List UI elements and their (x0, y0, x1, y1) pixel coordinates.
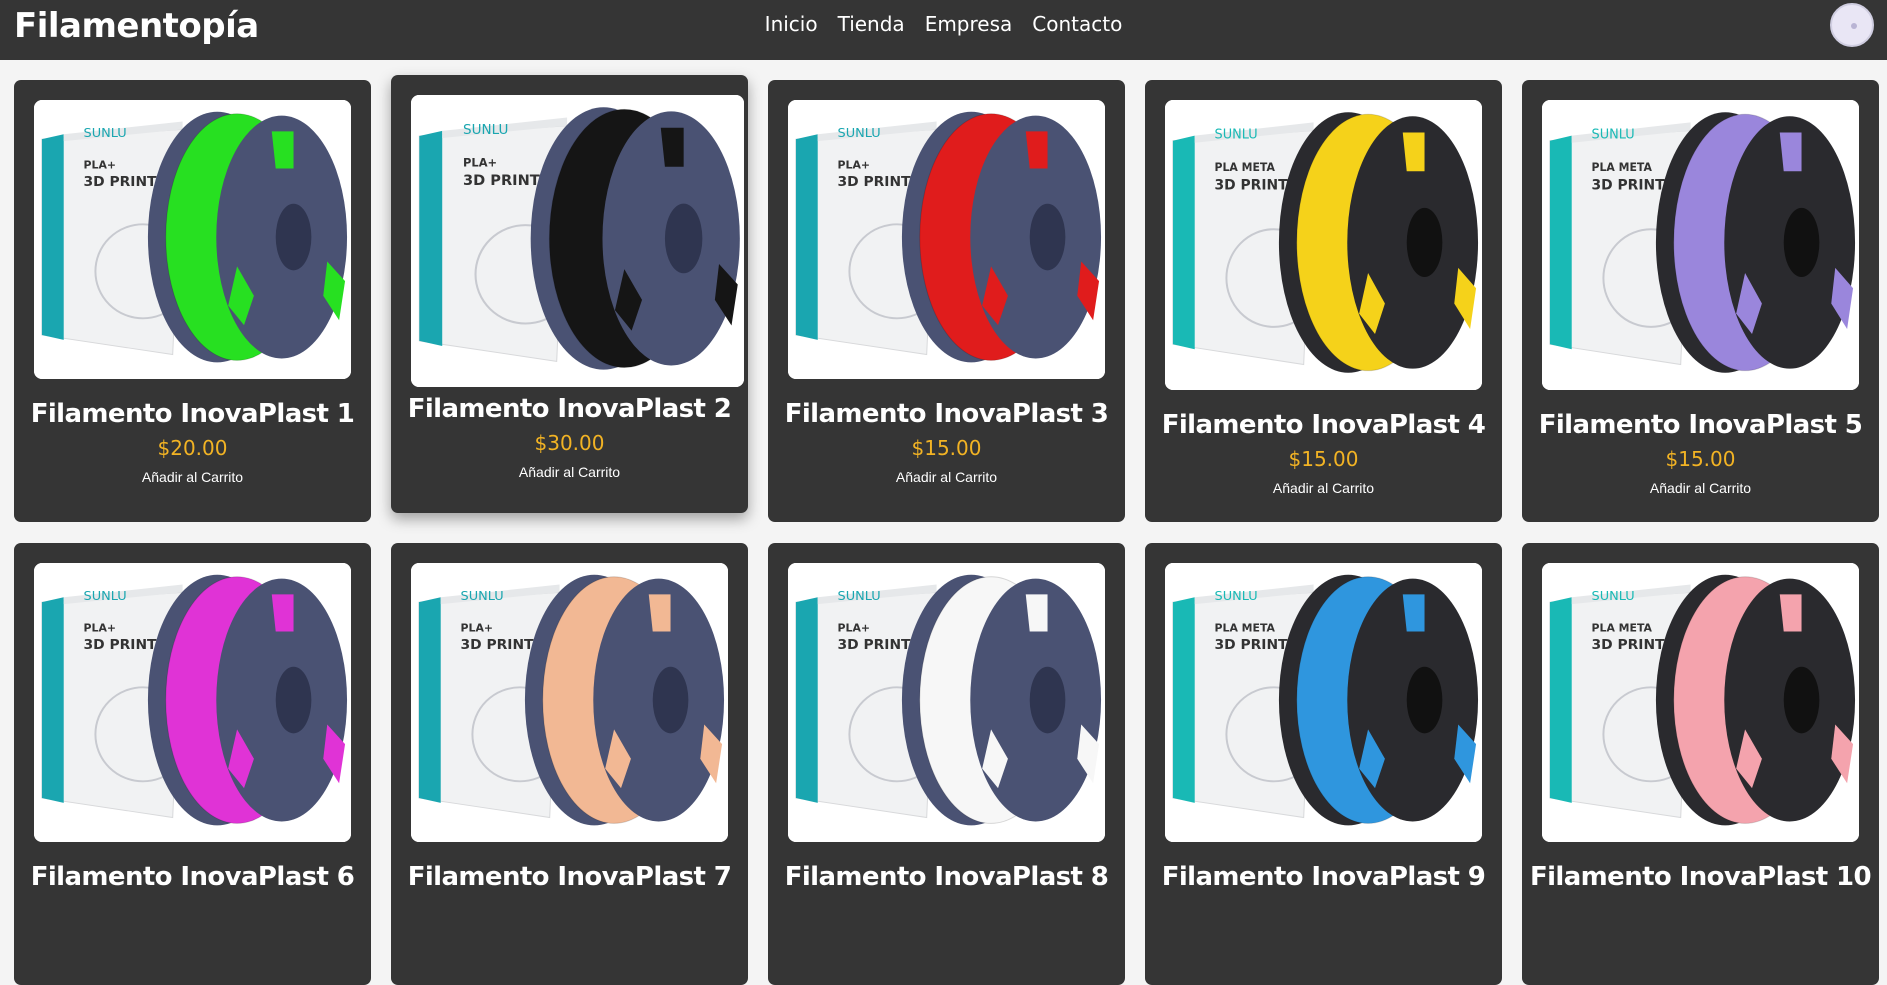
svg-text:PLA+: PLA+ (461, 622, 493, 635)
product-title[interactable]: Filamento InovaPlast 9 (1145, 862, 1502, 892)
product-card[interactable]: SUNLU PLA META 3D PRINTING Filamento Ino… (1522, 80, 1879, 522)
svg-text:PLA META: PLA META (1592, 622, 1653, 635)
product-card[interactable]: SUNLU PLA META 3D PRINTING Filamento Ino… (1522, 543, 1879, 985)
add-to-cart-button[interactable]: Añadir al Carrito (1145, 479, 1502, 497)
product-card[interactable]: SUNLU PLA+ 3D PRINTING Filamento InovaPl… (768, 80, 1125, 522)
svg-text:PLA+: PLA+ (838, 159, 870, 172)
product-title[interactable]: Filamento InovaPlast 7 (391, 862, 748, 892)
add-to-cart-button[interactable]: Añadir al Carrito (768, 468, 1125, 486)
add-to-cart-button[interactable] (768, 931, 1125, 933)
product-title[interactable]: Filamento InovaPlast 1 (14, 399, 371, 429)
product-price: $30.00 (534, 431, 605, 455)
product-title[interactable]: Filamento InovaPlast 10 (1522, 862, 1879, 892)
add-to-cart-button[interactable]: Añadir al Carrito (1522, 479, 1879, 497)
product-card[interactable]: SUNLU PLA+ 3D PRINTING Filamento InovaPl… (768, 543, 1125, 985)
product-title[interactable]: Filamento InovaPlast 3 (768, 399, 1125, 429)
product-price: $15.00 (911, 436, 982, 460)
add-to-cart-button[interactable] (391, 931, 748, 933)
product-card[interactable]: SUNLU PLA+ 3D PRINTING Filamento InovaPl… (14, 80, 371, 522)
box-brand-text: SUNLU (463, 123, 508, 138)
product-image[interactable]: SUNLU PLA+ 3D PRINTING (788, 563, 1105, 842)
product-image[interactable]: SUNLU PLA+ 3D PRINTING (411, 563, 728, 842)
box-brand-text: SUNLU (1592, 589, 1635, 604)
product-price: $15.00 (1665, 447, 1736, 471)
product-image[interactable]: SUNLU PLA META 3D PRINTING (1542, 563, 1859, 842)
product-price: $15.00 (1288, 447, 1359, 471)
box-brand-text: SUNLU (84, 126, 127, 141)
box-brand-text: SUNLU (1215, 589, 1258, 604)
box-brand-text: SUNLU (1592, 128, 1635, 143)
box-brand-text: SUNLU (461, 589, 504, 604)
add-to-cart-button[interactable]: Añadir al Carrito (391, 463, 748, 481)
product-grid: SUNLU PLA+ 3D PRINTING Filamento InovaPl… (0, 0, 1887, 985)
product-card[interactable]: SUNLU PLA META 3D PRINTING Filamento Ino… (1145, 80, 1502, 522)
product-title[interactable]: Filamento InovaPlast 5 (1522, 410, 1879, 440)
add-to-cart-button[interactable] (1145, 931, 1502, 933)
svg-text:PLA META: PLA META (1592, 161, 1653, 174)
product-image[interactable]: SUNLU PLA+ 3D PRINTING (34, 563, 351, 842)
product-image[interactable]: SUNLU PLA META 3D PRINTING (1542, 100, 1859, 390)
product-card[interactable]: SUNLU PLA+ 3D PRINTING Filamento InovaPl… (14, 543, 371, 985)
add-to-cart-button[interactable]: Añadir al Carrito (14, 468, 371, 486)
product-image[interactable]: SUNLU PLA+ 3D PRINTING (411, 95, 744, 387)
product-price: $20.00 (157, 436, 228, 460)
product-image[interactable]: SUNLU PLA META 3D PRINTING (1165, 563, 1482, 842)
product-image[interactable]: SUNLU PLA+ 3D PRINTING (34, 100, 351, 379)
product-card[interactable]: SUNLU PLA+ 3D PRINTING Filamento InovaPl… (391, 75, 748, 513)
svg-text:PLA+: PLA+ (463, 156, 497, 170)
product-title[interactable]: Filamento InovaPlast 4 (1145, 410, 1502, 440)
svg-text:PLA META: PLA META (1215, 622, 1276, 635)
product-image[interactable]: SUNLU PLA+ 3D PRINTING (788, 100, 1105, 379)
add-to-cart-button[interactable] (1522, 931, 1879, 933)
svg-text:PLA+: PLA+ (84, 159, 116, 172)
add-to-cart-button[interactable] (14, 931, 371, 933)
box-brand-text: SUNLU (1215, 128, 1258, 143)
box-brand-text: SUNLU (84, 589, 127, 604)
box-brand-text: SUNLU (838, 126, 881, 141)
product-card[interactable]: SUNLU PLA+ 3D PRINTING Filamento InovaPl… (391, 543, 748, 985)
box-brand-text: SUNLU (838, 589, 881, 604)
product-title[interactable]: Filamento InovaPlast 2 (391, 394, 748, 424)
svg-text:PLA+: PLA+ (84, 622, 116, 635)
svg-text:PLA+: PLA+ (838, 622, 870, 635)
product-title[interactable]: Filamento InovaPlast 8 (768, 862, 1125, 892)
product-image[interactable]: SUNLU PLA META 3D PRINTING (1165, 100, 1482, 390)
product-title[interactable]: Filamento InovaPlast 6 (14, 862, 371, 892)
product-card[interactable]: SUNLU PLA META 3D PRINTING Filamento Ino… (1145, 543, 1502, 985)
svg-text:PLA META: PLA META (1215, 161, 1276, 174)
